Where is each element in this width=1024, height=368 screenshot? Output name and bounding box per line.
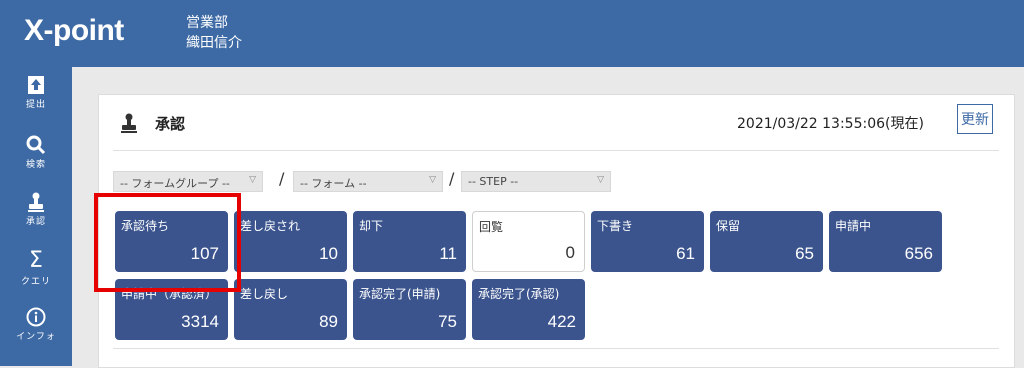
status-tile-draft[interactable]: 下書き 61 [591, 211, 704, 272]
status-tile-completed-application[interactable]: 承認完了(申請) 75 [353, 279, 466, 340]
form-select-value: -- フォーム -- [300, 177, 367, 190]
step-select[interactable]: -- STEP -- ▽ [461, 171, 611, 192]
search-icon [26, 135, 46, 155]
highlight-box [94, 193, 241, 292]
tile-count: 65 [795, 244, 814, 263]
sidebar-item-submit[interactable]: 提出 [0, 75, 72, 110]
sidebar-item-approve[interactable]: 承認 [0, 192, 72, 227]
status-tile-on-hold[interactable]: 保留 65 [710, 211, 823, 272]
tile-label: 保留 [716, 219, 741, 233]
filter-separator: / [449, 169, 455, 188]
tile-label: 承認完了(申請) [359, 287, 441, 301]
chevron-down-icon: ▽ [249, 175, 256, 185]
status-tile-circulation[interactable]: 回覧 0 [472, 211, 585, 272]
tile-label: 却下 [359, 219, 384, 233]
department-label: 営業部 [186, 15, 228, 31]
sidebar-item-query[interactable]: Σ クエリ [0, 248, 72, 288]
sidebar-item-label: 検索 [25, 160, 46, 170]
sidebar: 提出 検索 承認 Σ クエリ インフォ [0, 67, 72, 366]
form-select[interactable]: -- フォーム -- ▽ [293, 171, 443, 192]
sigma-icon: Σ [29, 248, 43, 273]
page-title: 承認 [155, 115, 186, 133]
sidebar-item-label: クエリ [20, 277, 51, 287]
tile-label: 申請中 [835, 219, 872, 233]
stamp-icon [28, 192, 44, 212]
divider [113, 150, 999, 151]
sidebar-item-label: インフォ [16, 332, 56, 342]
status-tile-applying[interactable]: 申請中 656 [829, 211, 942, 272]
tile-label: 差し戻し [240, 287, 289, 301]
tile-label: 差し戻され [240, 219, 301, 233]
refresh-button[interactable]: 更新 [957, 104, 993, 134]
tile-count: 89 [319, 312, 338, 331]
top-header: X-point 営業部 織田信介 [0, 0, 1024, 67]
tile-count: 3314 [181, 312, 219, 331]
tile-count: 11 [439, 244, 457, 263]
tile-label: 下書き [597, 219, 634, 233]
tile-label: 承認完了(承認) [478, 287, 560, 301]
app-logo[interactable]: X-point [24, 14, 124, 48]
sidebar-item-label: 承認 [25, 217, 46, 227]
status-tile-sent-back[interactable]: 差し戻し 89 [234, 279, 347, 340]
chevron-down-icon: ▽ [429, 175, 436, 185]
step-select-value: -- STEP -- [468, 175, 519, 188]
tile-count: 61 [676, 244, 695, 263]
status-tile-completed-approval[interactable]: 承認完了(承認) 422 [472, 279, 585, 340]
chevron-down-icon: ▽ [597, 175, 604, 185]
sidebar-item-label: 提出 [25, 100, 46, 110]
sidebar-item-info[interactable]: インフォ [0, 307, 72, 342]
current-datetime: 2021/03/22 13:55:06(現在) [737, 116, 924, 132]
user-info: 営業部 織田信介 [186, 13, 242, 53]
tile-count: 0 [565, 243, 575, 262]
form-group-select[interactable]: -- フォームグループ -- ▽ [113, 171, 263, 192]
stamp-icon [121, 113, 137, 133]
tile-count: 10 [319, 244, 338, 263]
tile-count: 422 [547, 312, 576, 331]
user-name: 織田信介 [186, 35, 242, 51]
tile-count: 656 [904, 244, 933, 263]
upload-icon [28, 76, 44, 94]
info-icon [26, 307, 46, 327]
sidebar-item-search[interactable]: 検索 [0, 135, 72, 170]
status-tile-returned[interactable]: 差し戻され 10 [234, 211, 347, 272]
tile-count: 75 [438, 312, 457, 331]
divider [113, 348, 999, 349]
form-group-select-value: -- フォームグループ -- [120, 177, 230, 190]
tile-label: 回覧 [479, 220, 504, 234]
status-tile-rejected[interactable]: 却下 11 [353, 211, 466, 272]
filter-separator: / [279, 169, 285, 188]
